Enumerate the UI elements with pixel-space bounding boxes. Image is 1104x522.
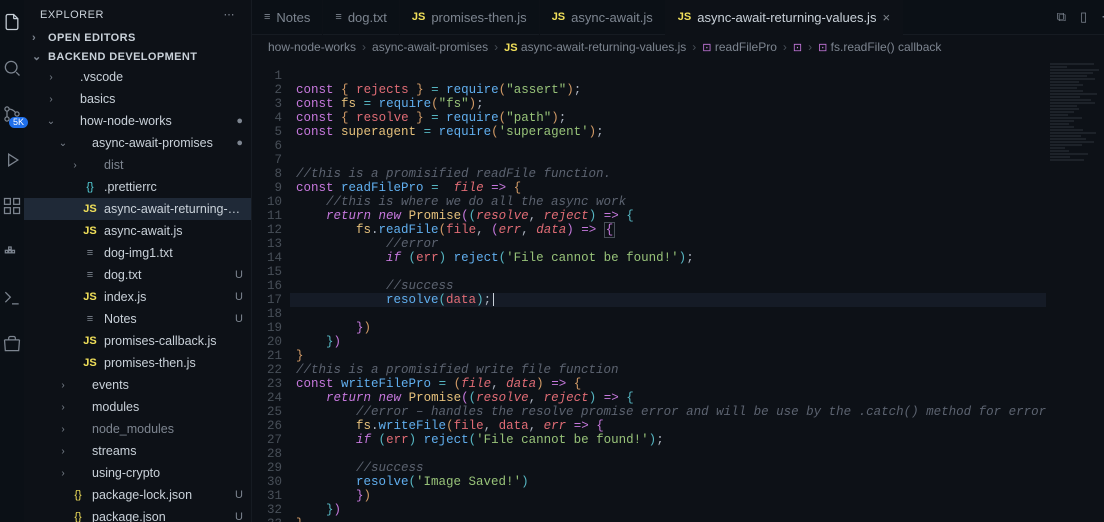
workspace-section[interactable]: ⌄BACKEND DEVELOPMENT bbox=[24, 47, 251, 66]
breadcrumb-item[interactable]: JS async-await-returning-values.js bbox=[504, 40, 686, 54]
editor-tab[interactable]: JSasync-await-returning-values.js× bbox=[666, 0, 903, 35]
sidebar-title: EXPLORER⋯ bbox=[24, 0, 251, 29]
tree-file[interactable]: JSasync-await.js bbox=[24, 220, 251, 242]
debug-icon[interactable] bbox=[0, 148, 24, 172]
activity-bar: 5K bbox=[0, 0, 24, 522]
code-editor[interactable]: 1234567891011121314151617181920212223242… bbox=[252, 59, 1104, 522]
more-icon[interactable]: ⋯ bbox=[224, 8, 236, 21]
tree-file[interactable]: {}package-lock.jsonU bbox=[24, 484, 251, 506]
editor-area: ≡Notes≡dog.txtJSpromises-then.jsJSasync-… bbox=[252, 0, 1104, 522]
editor-tabs: ≡Notes≡dog.txtJSpromises-then.jsJSasync-… bbox=[252, 0, 1104, 35]
tree-folder[interactable]: ⌄async-await-promises● bbox=[24, 132, 251, 154]
tree-file[interactable]: JSindex.jsU bbox=[24, 286, 251, 308]
open-editors-section[interactable]: ›OPEN EDITORS bbox=[24, 29, 251, 47]
compare-icon[interactable]: ⧉ bbox=[1057, 9, 1066, 25]
extensions-icon[interactable] bbox=[0, 194, 24, 218]
tree-folder[interactable]: ›modules bbox=[24, 396, 251, 418]
source-control-icon[interactable]: 5K bbox=[0, 102, 24, 126]
breadcrumb-item[interactable]: how-node-works bbox=[268, 40, 356, 54]
editor-tab[interactable]: JSpromises-then.js bbox=[400, 0, 540, 35]
editor-tab[interactable]: JSasync-await.js bbox=[540, 0, 666, 35]
code-content[interactable]: const { rejects } = require("assert");co… bbox=[290, 59, 1046, 522]
split-icon[interactable]: ▯ bbox=[1080, 9, 1087, 25]
explorer-icon[interactable] bbox=[0, 10, 24, 34]
tree-file[interactable]: JSpromises-callback.js bbox=[24, 330, 251, 352]
tree-folder[interactable]: ›.vscode bbox=[24, 66, 251, 88]
tree-folder[interactable]: ›node_modules bbox=[24, 418, 251, 440]
search-icon[interactable] bbox=[0, 56, 24, 80]
tree-folder[interactable]: ›streams bbox=[24, 440, 251, 462]
breadcrumb: how-node-works›async-await-promises›JS a… bbox=[252, 35, 1104, 59]
close-icon[interactable]: × bbox=[882, 10, 890, 25]
minimap[interactable] bbox=[1046, 59, 1104, 522]
tree-folder[interactable]: ›events bbox=[24, 374, 251, 396]
tree-folder[interactable]: ›using-crypto bbox=[24, 462, 251, 484]
liveshare-icon[interactable] bbox=[0, 286, 24, 310]
editor-tab[interactable]: ≡Notes bbox=[252, 0, 323, 35]
tree-file[interactable]: JSasync-await-returning-values.js bbox=[24, 198, 251, 220]
tree-file[interactable]: {}.prettierrc bbox=[24, 176, 251, 198]
docker-icon[interactable] bbox=[0, 240, 24, 264]
projects-icon[interactable] bbox=[0, 332, 24, 356]
editor-tab[interactable]: ≡dog.txt bbox=[323, 0, 399, 35]
scm-badge: 5K bbox=[9, 117, 28, 128]
tree-folder[interactable]: ›basics bbox=[24, 88, 251, 110]
tree-file[interactable]: ≡dog.txtU bbox=[24, 264, 251, 286]
tree-file[interactable]: JSpromises-then.js bbox=[24, 352, 251, 374]
line-gutter: 1234567891011121314151617181920212223242… bbox=[252, 59, 290, 522]
tree-file[interactable]: {}package.jsonU bbox=[24, 506, 251, 522]
breadcrumb-item[interactable]: ⊡ bbox=[793, 40, 802, 54]
tree-folder[interactable]: ›dist bbox=[24, 154, 251, 176]
tree-file[interactable]: ≡NotesU bbox=[24, 308, 251, 330]
breadcrumb-item[interactable]: ⊡ fs.readFile() callback bbox=[818, 40, 941, 54]
file-tree: ›.vscode›basics⌄how-node-works●⌄async-aw… bbox=[24, 66, 251, 522]
tree-file[interactable]: ≡dog-img1.txt bbox=[24, 242, 251, 264]
tree-folder[interactable]: ⌄how-node-works● bbox=[24, 110, 251, 132]
breadcrumb-item[interactable]: async-await-promises bbox=[372, 40, 488, 54]
breadcrumb-item[interactable]: ⊡ readFilePro bbox=[702, 40, 777, 54]
explorer-sidebar: EXPLORER⋯ ›OPEN EDITORS ⌄BACKEND DEVELOP… bbox=[24, 0, 252, 522]
